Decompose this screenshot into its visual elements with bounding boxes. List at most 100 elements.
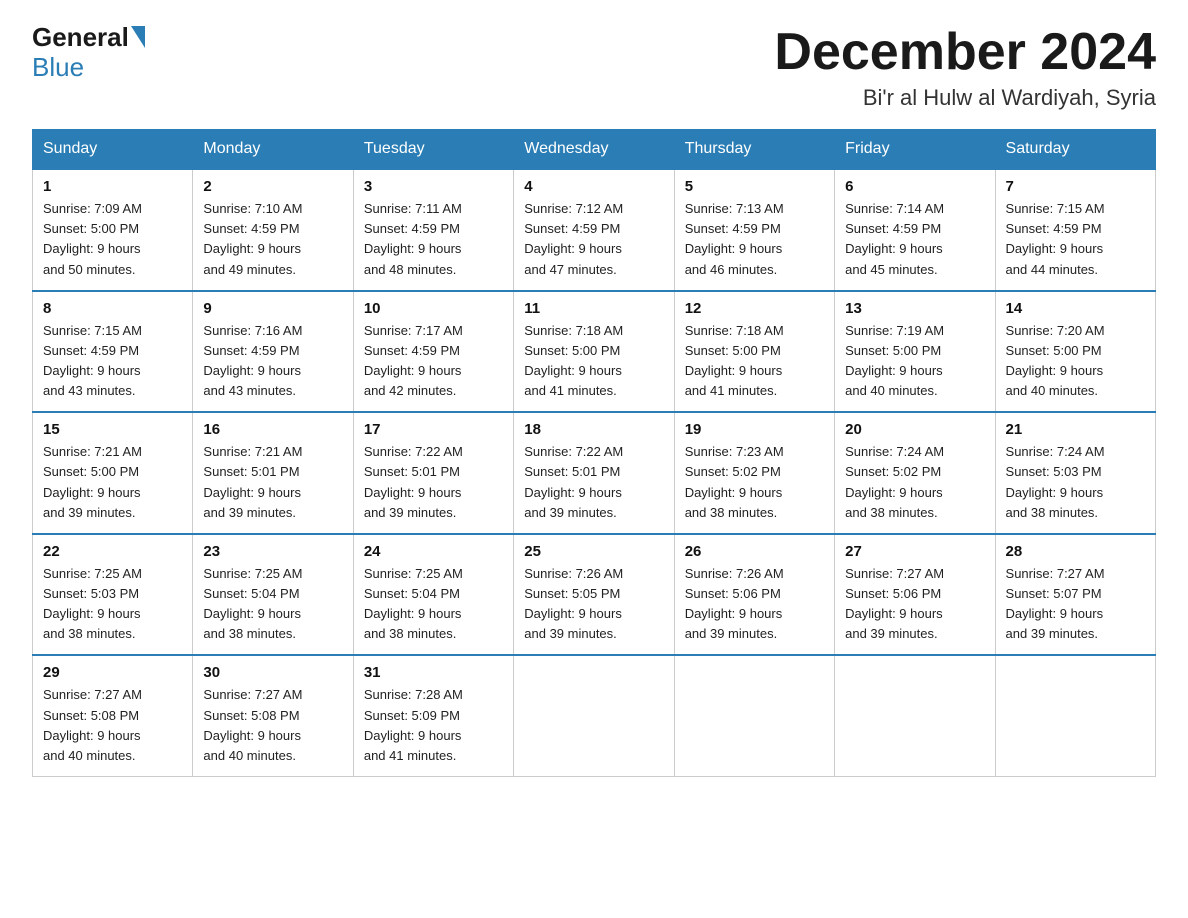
day-info: Sunrise: 7:24 AM Sunset: 5:02 PM Dayligh…: [845, 442, 984, 523]
day-info: Sunrise: 7:13 AM Sunset: 4:59 PM Dayligh…: [685, 199, 824, 280]
day-info: Sunrise: 7:24 AM Sunset: 5:03 PM Dayligh…: [1006, 442, 1145, 523]
day-number: 31: [364, 664, 503, 681]
day-info: Sunrise: 7:26 AM Sunset: 5:06 PM Dayligh…: [685, 564, 824, 645]
day-info: Sunrise: 7:26 AM Sunset: 5:05 PM Dayligh…: [524, 564, 663, 645]
day-number: 15: [43, 421, 182, 438]
calendar-cell: 1 Sunrise: 7:09 AM Sunset: 5:00 PM Dayli…: [33, 169, 193, 291]
day-info: Sunrise: 7:18 AM Sunset: 5:00 PM Dayligh…: [685, 321, 824, 402]
calendar-cell: 10 Sunrise: 7:17 AM Sunset: 4:59 PM Dayl…: [353, 291, 513, 413]
day-info: Sunrise: 7:27 AM Sunset: 5:08 PM Dayligh…: [43, 685, 182, 766]
calendar-header-row: SundayMondayTuesdayWednesdayThursdayFrid…: [33, 130, 1156, 170]
day-info: Sunrise: 7:11 AM Sunset: 4:59 PM Dayligh…: [364, 199, 503, 280]
day-info: Sunrise: 7:14 AM Sunset: 4:59 PM Dayligh…: [845, 199, 984, 280]
day-number: 27: [845, 543, 984, 560]
day-info: Sunrise: 7:27 AM Sunset: 5:06 PM Dayligh…: [845, 564, 984, 645]
day-info: Sunrise: 7:21 AM Sunset: 5:00 PM Dayligh…: [43, 442, 182, 523]
calendar-cell: 25 Sunrise: 7:26 AM Sunset: 5:05 PM Dayl…: [514, 534, 674, 656]
day-number: 20: [845, 421, 984, 438]
day-info: Sunrise: 7:20 AM Sunset: 5:00 PM Dayligh…: [1006, 321, 1145, 402]
day-number: 30: [203, 664, 342, 681]
day-number: 29: [43, 664, 182, 681]
calendar-cell: 14 Sunrise: 7:20 AM Sunset: 5:00 PM Dayl…: [995, 291, 1155, 413]
calendar-cell: 11 Sunrise: 7:18 AM Sunset: 5:00 PM Dayl…: [514, 291, 674, 413]
calendar-cell: [835, 655, 995, 776]
day-info: Sunrise: 7:19 AM Sunset: 5:00 PM Dayligh…: [845, 321, 984, 402]
day-info: Sunrise: 7:27 AM Sunset: 5:07 PM Dayligh…: [1006, 564, 1145, 645]
day-number: 7: [1006, 178, 1145, 195]
day-info: Sunrise: 7:15 AM Sunset: 4:59 PM Dayligh…: [43, 321, 182, 402]
calendar-cell: [514, 655, 674, 776]
header-monday: Monday: [193, 130, 353, 170]
header-thursday: Thursday: [674, 130, 834, 170]
calendar-cell: 7 Sunrise: 7:15 AM Sunset: 4:59 PM Dayli…: [995, 169, 1155, 291]
day-number: 1: [43, 178, 182, 195]
day-info: Sunrise: 7:18 AM Sunset: 5:00 PM Dayligh…: [524, 321, 663, 402]
header-friday: Friday: [835, 130, 995, 170]
day-info: Sunrise: 7:28 AM Sunset: 5:09 PM Dayligh…: [364, 685, 503, 766]
day-number: 26: [685, 543, 824, 560]
calendar-cell: 3 Sunrise: 7:11 AM Sunset: 4:59 PM Dayli…: [353, 169, 513, 291]
calendar-cell: 28 Sunrise: 7:27 AM Sunset: 5:07 PM Dayl…: [995, 534, 1155, 656]
day-info: Sunrise: 7:25 AM Sunset: 5:04 PM Dayligh…: [203, 564, 342, 645]
day-info: Sunrise: 7:16 AM Sunset: 4:59 PM Dayligh…: [203, 321, 342, 402]
calendar-cell: 9 Sunrise: 7:16 AM Sunset: 4:59 PM Dayli…: [193, 291, 353, 413]
header-saturday: Saturday: [995, 130, 1155, 170]
day-info: Sunrise: 7:15 AM Sunset: 4:59 PM Dayligh…: [1006, 199, 1145, 280]
calendar-cell: 18 Sunrise: 7:22 AM Sunset: 5:01 PM Dayl…: [514, 412, 674, 534]
calendar-cell: 31 Sunrise: 7:28 AM Sunset: 5:09 PM Dayl…: [353, 655, 513, 776]
day-info: Sunrise: 7:22 AM Sunset: 5:01 PM Dayligh…: [524, 442, 663, 523]
calendar-cell: [674, 655, 834, 776]
calendar-cell: 5 Sunrise: 7:13 AM Sunset: 4:59 PM Dayli…: [674, 169, 834, 291]
calendar-cell: 4 Sunrise: 7:12 AM Sunset: 4:59 PM Dayli…: [514, 169, 674, 291]
calendar-week-5: 29 Sunrise: 7:27 AM Sunset: 5:08 PM Dayl…: [33, 655, 1156, 776]
calendar-cell: 21 Sunrise: 7:24 AM Sunset: 5:03 PM Dayl…: [995, 412, 1155, 534]
calendar-table: SundayMondayTuesdayWednesdayThursdayFrid…: [32, 129, 1156, 777]
calendar-week-4: 22 Sunrise: 7:25 AM Sunset: 5:03 PM Dayl…: [33, 534, 1156, 656]
calendar-cell: [995, 655, 1155, 776]
calendar-cell: 26 Sunrise: 7:26 AM Sunset: 5:06 PM Dayl…: [674, 534, 834, 656]
day-number: 18: [524, 421, 663, 438]
calendar-cell: 17 Sunrise: 7:22 AM Sunset: 5:01 PM Dayl…: [353, 412, 513, 534]
day-info: Sunrise: 7:25 AM Sunset: 5:04 PM Dayligh…: [364, 564, 503, 645]
day-number: 17: [364, 421, 503, 438]
day-number: 13: [845, 300, 984, 317]
header-tuesday: Tuesday: [353, 130, 513, 170]
day-info: Sunrise: 7:23 AM Sunset: 5:02 PM Dayligh…: [685, 442, 824, 523]
day-number: 19: [685, 421, 824, 438]
calendar-cell: 23 Sunrise: 7:25 AM Sunset: 5:04 PM Dayl…: [193, 534, 353, 656]
day-number: 24: [364, 543, 503, 560]
day-number: 9: [203, 300, 342, 317]
day-number: 22: [43, 543, 182, 560]
page-header: General Blue December 2024 Bi'r al Hulw …: [32, 24, 1156, 111]
day-info: Sunrise: 7:09 AM Sunset: 5:00 PM Dayligh…: [43, 199, 182, 280]
day-info: Sunrise: 7:25 AM Sunset: 5:03 PM Dayligh…: [43, 564, 182, 645]
day-number: 25: [524, 543, 663, 560]
logo-general: General: [32, 24, 129, 50]
calendar-cell: 6 Sunrise: 7:14 AM Sunset: 4:59 PM Dayli…: [835, 169, 995, 291]
title-area: December 2024 Bi'r al Hulw al Wardiyah, …: [774, 24, 1156, 111]
day-number: 3: [364, 178, 503, 195]
day-info: Sunrise: 7:27 AM Sunset: 5:08 PM Dayligh…: [203, 685, 342, 766]
logo-blue: Blue: [32, 52, 84, 83]
calendar-cell: 19 Sunrise: 7:23 AM Sunset: 5:02 PM Dayl…: [674, 412, 834, 534]
day-number: 16: [203, 421, 342, 438]
day-number: 11: [524, 300, 663, 317]
calendar-cell: 20 Sunrise: 7:24 AM Sunset: 5:02 PM Dayl…: [835, 412, 995, 534]
calendar-cell: 15 Sunrise: 7:21 AM Sunset: 5:00 PM Dayl…: [33, 412, 193, 534]
day-info: Sunrise: 7:12 AM Sunset: 4:59 PM Dayligh…: [524, 199, 663, 280]
day-number: 21: [1006, 421, 1145, 438]
day-number: 23: [203, 543, 342, 560]
day-number: 28: [1006, 543, 1145, 560]
header-wednesday: Wednesday: [514, 130, 674, 170]
month-title: December 2024: [774, 24, 1156, 81]
calendar-week-2: 8 Sunrise: 7:15 AM Sunset: 4:59 PM Dayli…: [33, 291, 1156, 413]
logo: General Blue: [32, 24, 147, 83]
day-info: Sunrise: 7:17 AM Sunset: 4:59 PM Dayligh…: [364, 321, 503, 402]
day-number: 6: [845, 178, 984, 195]
calendar-cell: 12 Sunrise: 7:18 AM Sunset: 5:00 PM Dayl…: [674, 291, 834, 413]
day-number: 5: [685, 178, 824, 195]
day-number: 12: [685, 300, 824, 317]
day-number: 10: [364, 300, 503, 317]
calendar-cell: 8 Sunrise: 7:15 AM Sunset: 4:59 PM Dayli…: [33, 291, 193, 413]
calendar-cell: 2 Sunrise: 7:10 AM Sunset: 4:59 PM Dayli…: [193, 169, 353, 291]
